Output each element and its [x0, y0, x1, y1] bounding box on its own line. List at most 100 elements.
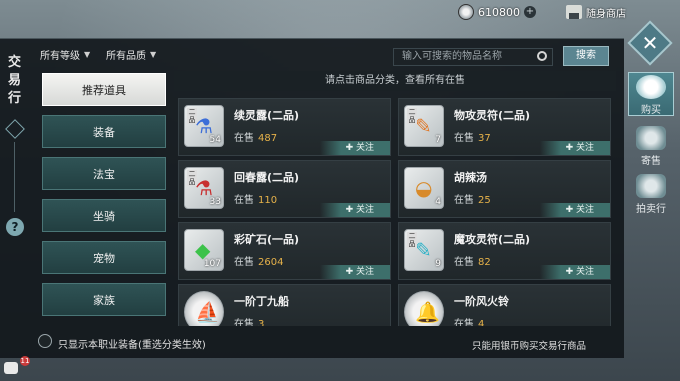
level-filter-dropdown[interactable]: 所有等级 ▼ [40, 45, 90, 63]
item-name: 回春露(二品) [234, 171, 300, 184]
tab-consign-label: 寄售 [641, 156, 661, 167]
tab-auction[interactable]: 拍卖行 [628, 172, 674, 216]
category-family[interactable]: 家族 [42, 283, 166, 316]
item-grid: ⚗ 二品 54 续灵露(二品) 在售 487 ✚ 关注 ✎ 二品 7 物攻灵符(二品) 在售 37 ✚ 关… [178, 98, 616, 326]
hint-bar: 请点击商品分类，查看所有在售 [174, 71, 616, 91]
item-card[interactable]: ✎ 二品 9 魔攻灵符(二品) 在售 82 ✚ 关注 [398, 222, 611, 280]
on-sale-label: 在售 [234, 257, 254, 268]
item-stack-count: 7 [435, 135, 441, 145]
chat-icon[interactable] [4, 362, 18, 374]
shop-icon [566, 5, 582, 19]
item-card[interactable]: ⛵一阶丁九船在售3✚ 关注 [178, 284, 391, 326]
on-sale-label: 在售 [234, 195, 254, 206]
green-ore-icon: ◆ 107 [184, 229, 224, 271]
job-filter-checkbox[interactable] [38, 334, 52, 348]
item-card[interactable]: ⚗ 二品 54 续灵露(二品) 在售 487 ✚ 关注 [178, 98, 391, 156]
top-bar: 610800 + 随身商店 [0, 0, 680, 26]
tab-buy[interactable]: 购买 [628, 72, 674, 116]
on-sale-label: 在售 [454, 133, 474, 144]
fire-bell-icon: 🔔 [404, 291, 444, 326]
item-grade-tag: 二品 [407, 232, 417, 248]
right-tab-bar: 购买 寄售 拍卖行 [624, 72, 680, 232]
item-card[interactable]: 🔔一阶风火铃在售4✚ 关注 [398, 284, 611, 326]
portable-shop-button[interactable]: 随身商店 [566, 3, 636, 21]
on-sale-count: 3 [258, 319, 265, 326]
item-on-sale: 在售 110 [234, 191, 277, 206]
item-card[interactable]: ⚗ 二品 33 回春露(二品) 在售 110 ✚ 关注 [178, 160, 391, 218]
item-name: 魔攻灵符(二品) [454, 233, 531, 246]
item-card[interactable]: ◒ 4 胡辣汤 在售 25 ✚ 关注 [398, 160, 611, 218]
item-name: 一阶风火铃 [454, 295, 509, 308]
item-glyph: ✎ [415, 238, 432, 262]
red-potion-icon: ⚗ 二品 33 [184, 167, 224, 209]
item-on-sale: 在售 2604 [234, 253, 283, 268]
level-filter-label: 所有等级 [40, 50, 80, 62]
follow-label: 关注 [355, 143, 374, 153]
item-on-sale: 在售 37 [454, 129, 491, 144]
portable-shop-label: 随身商店 [586, 8, 626, 20]
item-stack-count: 107 [203, 259, 221, 269]
tab-consign[interactable]: 寄售 [628, 124, 674, 168]
item-name: 一阶丁九船 [234, 295, 289, 308]
help-icon[interactable]: ? [6, 218, 24, 236]
follow-label: 关注 [355, 267, 374, 277]
item-on-sale: 在售 487 [234, 129, 277, 144]
search-input[interactable]: 输入可搜索的物品名称 [393, 48, 553, 66]
follow-button[interactable]: ✚ 关注 [320, 203, 390, 217]
chevron-down-icon: ▼ [84, 49, 91, 59]
on-sale-label: 在售 [454, 257, 474, 268]
search-button[interactable]: 搜索 [563, 46, 609, 66]
item-glyph: ◒ [415, 176, 433, 200]
quality-filter-dropdown[interactable]: 所有品质 ▼ [106, 45, 156, 63]
follow-button[interactable]: ✚ 关注 [540, 203, 610, 217]
on-sale-label: 在售 [234, 133, 254, 144]
category-pet[interactable]: 宠物 [42, 241, 166, 274]
boat-icon: ⛵ [184, 291, 224, 326]
item-on-sale: 在售 82 [454, 253, 491, 268]
follow-button[interactable]: ✚ 关注 [320, 141, 390, 155]
item-name: 续灵露(二品) [234, 109, 300, 122]
follow-button[interactable]: ✚ 关注 [540, 265, 610, 279]
on-sale-label: 在售 [234, 319, 254, 326]
follow-label: 关注 [575, 143, 594, 153]
follow-label: 关注 [575, 267, 594, 277]
follow-button[interactable]: ✚ 关注 [540, 141, 610, 155]
divider [14, 142, 15, 212]
on-sale-count: 4 [478, 319, 485, 326]
close-icon: ✕ [641, 31, 659, 55]
plus-icon: ✚ [345, 143, 356, 153]
orange-talisman-icon: ✎ 二品 7 [404, 105, 444, 147]
page-title: 交易行 [8, 55, 22, 106]
item-name: 彩矿石(一品) [234, 233, 300, 246]
item-stack-count: 54 [209, 135, 221, 145]
category-recommended[interactable]: 推荐道具 [42, 73, 166, 106]
item-stack-count: 4 [435, 197, 441, 207]
currency-display[interactable]: 610800 + [458, 3, 548, 21]
tab-auction-label: 拍卖行 [636, 204, 666, 215]
follow-button[interactable]: ✚ 关注 [320, 265, 390, 279]
plus-icon: ✚ [565, 267, 576, 277]
plus-icon: ✚ [565, 143, 576, 153]
item-stack-count: 33 [209, 197, 221, 207]
consign-icon [636, 126, 666, 150]
plus-icon: ✚ [345, 205, 356, 215]
chat-badge: 11 [20, 356, 30, 366]
item-on-sale: 在售 3 [234, 315, 264, 326]
category-equipment[interactable]: 装备 [42, 115, 166, 148]
on-sale-count: 82 [478, 257, 491, 268]
buy-icon [636, 75, 666, 99]
category-magic-treasure[interactable]: 法宝 [42, 157, 166, 190]
item-card[interactable]: ◆ 107 彩矿石(一品) 在售 2604 ✚ 关注 [178, 222, 391, 280]
item-card[interactable]: ✎ 二品 7 物攻灵符(二品) 在售 37 ✚ 关注 [398, 98, 611, 156]
search-icon [537, 51, 547, 61]
item-grade-tag: 二品 [187, 170, 197, 186]
blue-potion-icon: ⚗ 二品 54 [184, 105, 224, 147]
category-mount[interactable]: 坐骑 [42, 199, 166, 232]
item-name: 胡辣汤 [454, 171, 487, 184]
category-list: 推荐道具 装备 法宝 坐骑 宠物 家族 [42, 73, 166, 316]
cyan-talisman-icon: ✎ 二品 9 [404, 229, 444, 271]
on-sale-label: 在售 [454, 319, 474, 326]
item-on-sale: 在售 4 [454, 315, 484, 326]
add-currency-icon[interactable]: + [524, 6, 536, 18]
auction-scale-icon [636, 174, 666, 198]
